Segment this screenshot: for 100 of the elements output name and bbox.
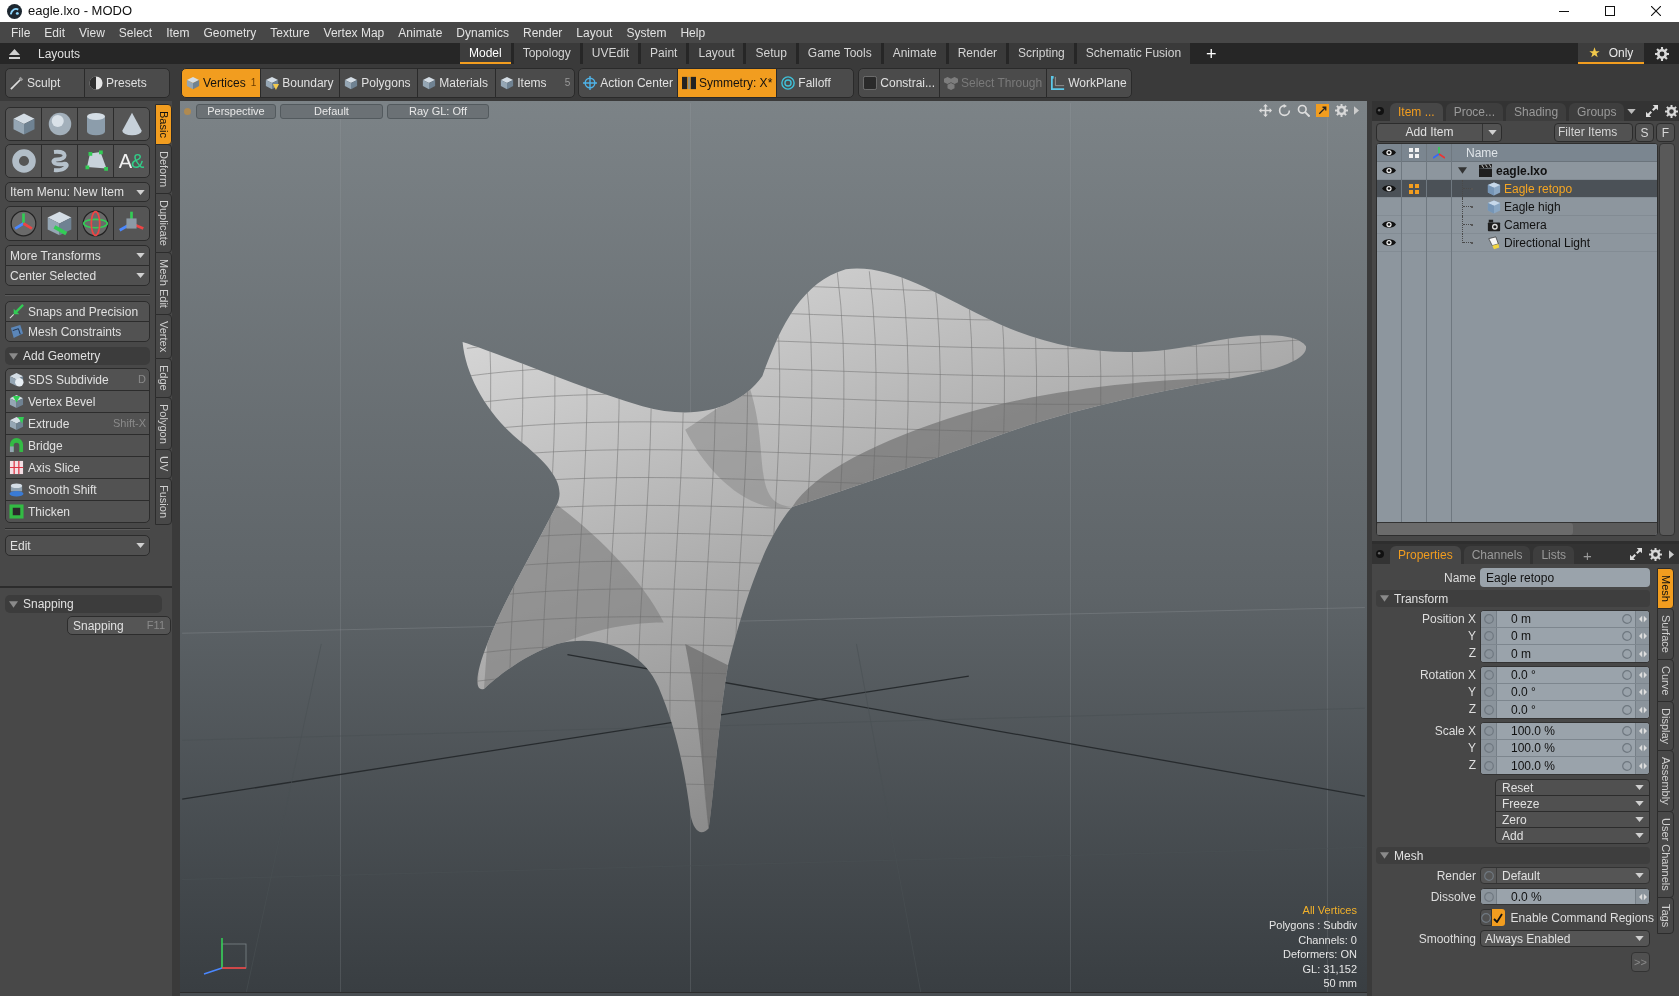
viewport-button[interactable]: Perspective: [196, 104, 276, 119]
scale-tool-button[interactable]: [113, 206, 150, 241]
side-tab[interactable]: Assembly: [1657, 750, 1674, 812]
menu-item[interactable]: System: [626, 24, 667, 41]
tree-item-label[interactable]: Camera: [1504, 215, 1547, 234]
grid-icon[interactable]: [1408, 183, 1419, 194]
panel-tab[interactable]: Proce...: [1445, 103, 1504, 121]
number-field[interactable]: 0.0 °: [1481, 684, 1649, 701]
tool-button[interactable]: Snaps and Precision: [5, 301, 150, 322]
menu-item[interactable]: Texture: [270, 24, 310, 41]
number-field[interactable]: 0 m: [1481, 645, 1649, 662]
toolbar-button[interactable]: Presets: [84, 67, 170, 98]
layout-tab[interactable]: Layout: [689, 43, 744, 64]
side-tab[interactable]: Fusion: [155, 477, 172, 525]
number-field[interactable]: 100.0 %: [1481, 757, 1649, 774]
rotate-tool-button[interactable]: [77, 206, 114, 241]
sphere-tool-button[interactable]: [41, 107, 78, 141]
menu-item[interactable]: Geometry: [203, 24, 257, 41]
cone-tool-button[interactable]: [113, 107, 150, 141]
tree-item-label[interactable]: eagle.lxo: [1496, 161, 1548, 180]
number-field[interactable]: 0.0 °: [1481, 701, 1649, 718]
toolbar-button[interactable]: Boundary: [260, 67, 341, 98]
eye-icon[interactable]: [1382, 166, 1396, 175]
dot-icon[interactable]: [1376, 107, 1384, 115]
search-icon[interactable]: [1297, 104, 1310, 117]
menu-item[interactable]: Render: [523, 24, 563, 41]
layout-tab[interactable]: Animate: [883, 43, 946, 64]
tool-button[interactable]: Bridge: [5, 434, 150, 457]
tool-button[interactable]: Axis Slice: [5, 456, 150, 479]
side-tab[interactable]: Deform: [155, 143, 172, 194]
arrows-icon[interactable]: [1638, 761, 1647, 770]
tree-item-label[interactable]: Directional Light: [1504, 233, 1591, 252]
arrows-icon[interactable]: [1638, 671, 1647, 679]
transform-dropdown[interactable]: Center Selected: [5, 265, 150, 286]
torus-tool-button[interactable]: [5, 144, 42, 178]
arrows-icon[interactable]: [1638, 649, 1647, 658]
eye-icon[interactable]: [1382, 220, 1396, 229]
layout-tab[interactable]: Paint: [641, 43, 687, 64]
panel-tab[interactable]: Groups: [1569, 103, 1625, 121]
expanded-triangle-icon[interactable]: [9, 352, 18, 360]
transform-dropdown[interactable]: More Transforms: [5, 245, 150, 266]
name-field[interactable]: Eagle retopo: [1480, 568, 1650, 587]
toolbar-button[interactable]: Symmetry: X*: [676, 67, 778, 98]
layout-tab[interactable]: Topology: [513, 43, 580, 64]
side-tab[interactable]: Mesh Edit: [155, 251, 172, 315]
panel-tab[interactable]: Channels: [1463, 546, 1531, 564]
expand-icon[interactable]: [1646, 105, 1659, 117]
move-tool-button[interactable]: [5, 206, 42, 241]
checkbox[interactable]: [1492, 909, 1505, 926]
menu-item[interactable]: View: [79, 24, 105, 41]
dropdown-caret-icon[interactable]: [1627, 108, 1637, 114]
action-dropdown[interactable]: Add: [1495, 827, 1650, 844]
toolbar-button[interactable]: Items 5: [495, 67, 576, 98]
number-field[interactable]: 0.0 °: [1481, 667, 1649, 684]
text-tool-button[interactable]: A&: [113, 144, 150, 178]
item-menu-dropdown[interactable]: Item Menu: New Item: [5, 182, 150, 202]
tree-item-label[interactable]: Eagle retopo: [1504, 179, 1573, 198]
menu-item[interactable]: Dynamics: [456, 24, 509, 41]
layout-tab[interactable]: Schematic Fusion: [1076, 43, 1191, 64]
expanded-triangle-icon[interactable]: [9, 600, 18, 608]
side-tab[interactable]: UV: [155, 449, 172, 479]
toolbar-button[interactable]: Action Center: [578, 67, 678, 98]
arrows-icon[interactable]: [1638, 727, 1647, 735]
filter-option-button[interactable]: S: [1635, 122, 1654, 142]
edit-dropdown[interactable]: Edit: [5, 535, 150, 556]
section-header[interactable]: Mesh: [1376, 847, 1650, 864]
tree-row[interactable]: Eagle retopo: [1377, 180, 1658, 198]
side-tab[interactable]: User Channels: [1657, 810, 1674, 898]
move-icon[interactable]: [1259, 104, 1272, 117]
filter-option-button[interactable]: F: [1656, 122, 1675, 142]
section-header[interactable]: Add Geometry: [5, 347, 150, 365]
render-dropdown[interactable]: Default: [1480, 867, 1650, 884]
layout-tab[interactable]: Scripting: [1009, 43, 1074, 64]
item-list[interactable]: Name eagle.lxo Eagle retopo Eagle high Camera Directional Light: [1376, 143, 1659, 536]
rotate-icon[interactable]: [1278, 104, 1291, 117]
expanded-triangle-icon[interactable]: [1380, 852, 1389, 859]
up-arrow-icon[interactable]: [9, 48, 20, 59]
tool-button[interactable]: Mesh Constraints: [5, 321, 150, 342]
vertical-scrollbar[interactable]: [1659, 143, 1675, 536]
eye-icon[interactable]: [1382, 238, 1396, 247]
panel-tab[interactable]: Properties: [1390, 546, 1461, 564]
number-field[interactable]: 0.0 %: [1480, 888, 1650, 905]
menu-item[interactable]: Item: [166, 24, 190, 41]
horizontal-scrollbar[interactable]: [1377, 522, 1658, 535]
number-field[interactable]: 100.0 %: [1481, 740, 1649, 757]
toolbar-button[interactable]: Falloff: [776, 67, 855, 98]
toolbar-button[interactable]: Vertices 1: [181, 67, 262, 98]
toolbar-button[interactable]: Sculpt: [5, 67, 85, 98]
expanded-triangle-icon[interactable]: [1380, 595, 1389, 602]
layout-tab[interactable]: Render: [948, 43, 1007, 64]
side-tab[interactable]: Basic: [155, 104, 172, 145]
viewport[interactable]: Perspective Default Ray GL: Off All Vertices Polygons : Subdiv Channels: 0 Deformers: ON GL: 31,152 50 mm: [180, 101, 1367, 992]
side-tab[interactable]: Vertex: [155, 313, 172, 359]
side-tab[interactable]: Curve: [1657, 658, 1674, 703]
dot-icon[interactable]: [184, 108, 191, 115]
arrows-icon[interactable]: [1638, 632, 1647, 640]
side-tab[interactable]: Duplicate: [155, 192, 172, 253]
side-tab[interactable]: Surface: [1657, 607, 1674, 660]
layout-tab[interactable]: UVEdit: [582, 43, 639, 64]
toolbar-button[interactable]: Constrai...: [858, 67, 940, 98]
